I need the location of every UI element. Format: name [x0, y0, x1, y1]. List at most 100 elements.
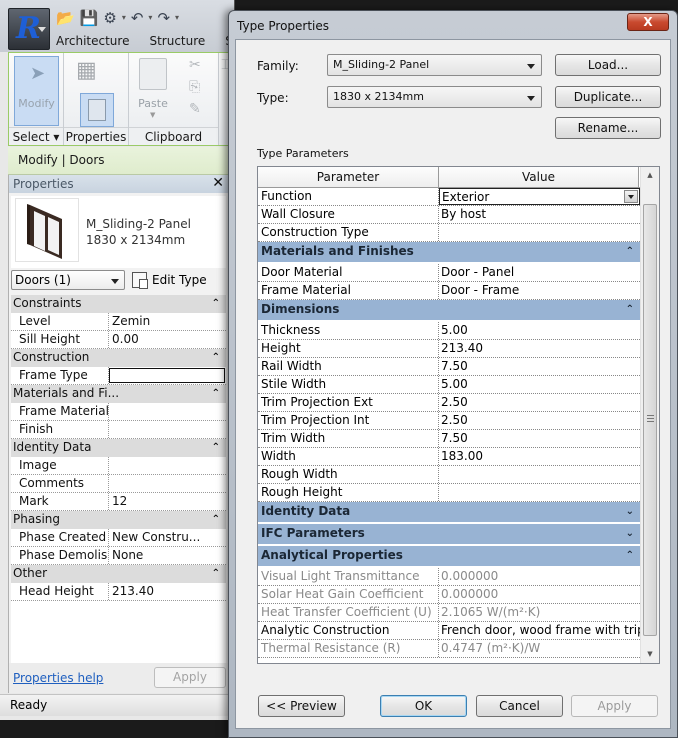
collapse-icon[interactable]: ⌃ — [212, 349, 220, 366]
context-tab-label[interactable]: Modify | Doors — [18, 153, 105, 167]
collapse-icon[interactable]: ⌃ — [212, 295, 220, 312]
paste-icon[interactable] — [139, 58, 167, 90]
property-value[interactable] — [109, 475, 226, 492]
parameter-value[interactable]: 2.1065 W/(m²·K) — [439, 604, 640, 621]
property-group-header[interactable]: Phasing ⌃ — [11, 511, 226, 529]
collapse-icon[interactable]: ⌃ — [626, 546, 634, 565]
instance-filter-dropdown[interactable]: Doors (1) — [11, 270, 125, 290]
property-group-header[interactable]: Identity Data ⌃ — [11, 439, 226, 457]
parameter-value[interactable]: 2.50 — [439, 412, 640, 429]
parameter-value[interactable]: 213.40 — [439, 340, 640, 357]
edit-type-button[interactable]: Edit Type — [132, 270, 207, 290]
duplicate-button[interactable]: Duplicate... — [555, 86, 661, 108]
collapse-icon[interactable]: ⌃ — [212, 385, 220, 402]
expand-icon[interactable]: ⌄ — [626, 524, 634, 543]
parameter-name: Trim Width — [258, 430, 439, 447]
dialog-apply-button[interactable]: Apply — [571, 695, 658, 717]
property-value[interactable]: 213.40 — [109, 583, 226, 600]
property-value[interactable] — [109, 421, 226, 438]
property-value[interactable] — [109, 457, 226, 474]
select-dropdown[interactable]: Select ▾ — [9, 127, 63, 145]
parameter-value[interactable] — [439, 224, 640, 241]
undo-icon[interactable]: ↶ — [131, 9, 144, 27]
application-menu-button[interactable]: R — [8, 8, 50, 50]
parameter-group-header[interactable]: Analytical Properties ⌃ — [258, 546, 640, 566]
collapse-icon[interactable]: ⌃ — [626, 300, 634, 319]
property-group-header[interactable]: Construction ⌃ — [11, 349, 226, 367]
property-group-header[interactable]: Materials and Fi... ⌃ — [11, 385, 226, 403]
property-value[interactable]: 12 — [109, 493, 226, 510]
chevron-down-icon[interactable]: ▾ — [122, 9, 126, 27]
scroll-up-icon[interactable]: ▲ — [641, 167, 659, 184]
property-group-header[interactable]: Other ⌃ — [11, 565, 226, 583]
property-value[interactable]: Zemin — [109, 313, 226, 330]
chevron-down-icon[interactable] — [624, 190, 638, 203]
property-group-header[interactable]: Constraints ⌃ — [11, 295, 226, 313]
property-value[interactable] — [109, 403, 226, 420]
parameter-value[interactable]: French door, wood frame with trip — [439, 622, 640, 639]
parameter-value[interactable]: 2.50 — [439, 394, 640, 411]
collapse-icon[interactable]: ⌃ — [212, 565, 220, 582]
collapse-icon[interactable]: ⌃ — [626, 242, 634, 261]
redo-icon[interactable]: ↷ — [157, 9, 170, 27]
parameter-value[interactable]: 183.00 — [439, 448, 640, 465]
close-icon[interactable]: ✕ — [212, 175, 224, 191]
collapse-icon[interactable]: ⌃ — [212, 439, 220, 456]
type-selector[interactable]: M_Sliding-2 Panel 1830 x 2134mm — [11, 196, 226, 268]
properties-help-link[interactable]: Properties help — [13, 671, 103, 685]
parameter-value[interactable]: 0.4747 (m²·K)/W — [439, 640, 640, 657]
parameter-value[interactable]: 7.50 — [439, 430, 640, 447]
parameter-value[interactable] — [439, 466, 640, 483]
parameter-value[interactable] — [439, 484, 640, 501]
preview-button[interactable]: << Preview — [258, 695, 345, 717]
ok-button[interactable]: OK — [380, 695, 467, 717]
chevron-down-icon[interactable]: ▾ — [175, 9, 179, 27]
open-folder-icon[interactable]: 📂 — [56, 9, 75, 27]
parameter-value[interactable]: 5.00 — [439, 376, 640, 393]
chevron-down-icon[interactable]: ▼ — [150, 111, 155, 119]
rename-button[interactable]: Rename... — [555, 117, 661, 139]
close-button[interactable]: X — [627, 13, 669, 31]
type-dropdown[interactable]: 1830 x 2134mm — [327, 86, 542, 108]
parameter-value[interactable]: 7.50 — [439, 358, 640, 375]
save-icon[interactable]: 💾 — [80, 9, 99, 27]
parameter-value[interactable]: By host — [439, 206, 640, 223]
parameter-value[interactable]: 0.000000 — [439, 568, 640, 585]
modify-button[interactable]: ➤ Modify — [14, 56, 59, 126]
sync-icon[interactable]: ⚙ — [103, 9, 116, 27]
properties-toggle-button[interactable] — [80, 93, 114, 127]
function-value-dropdown[interactable]: Exterior — [439, 188, 640, 205]
tab-structure[interactable]: Structure — [149, 34, 205, 48]
property-value[interactable]: 0.00 — [109, 331, 226, 348]
family-dropdown[interactable]: M_Sliding-2 Panel — [327, 54, 542, 76]
value-column-header[interactable]: Value — [439, 167, 639, 187]
scroll-down-icon[interactable]: ▼ — [641, 646, 659, 663]
tab-architecture[interactable]: Architecture — [56, 34, 129, 48]
property-value[interactable]: None — [109, 547, 226, 564]
property-name: Sill Height — [11, 331, 109, 348]
chevron-down-icon[interactable]: ▾ — [148, 9, 152, 27]
parameter-group-header[interactable]: Identity Data ⌄ — [258, 502, 640, 522]
vertical-scrollbar[interactable]: ▲ ▼ — [640, 167, 659, 663]
copy-icon[interactable]: ⎘ — [189, 79, 200, 95]
parameter-group-header[interactable]: Dimensions ⌃ — [258, 300, 640, 320]
parameter-column-header[interactable]: Parameter — [258, 167, 439, 187]
collapse-icon[interactable]: ⌃ — [212, 511, 220, 528]
paste-label[interactable]: Paste — [129, 97, 177, 110]
parameter-group-header[interactable]: IFC Parameters ⌄ — [258, 524, 640, 544]
cancel-button[interactable]: Cancel — [476, 695, 563, 717]
apply-button[interactable]: Apply — [154, 667, 226, 688]
scrollbar-thumb[interactable] — [643, 204, 657, 636]
cut-icon[interactable]: ✂ — [189, 57, 201, 73]
property-value[interactable]: New Constru... — [109, 529, 226, 546]
expand-icon[interactable]: ⌄ — [626, 502, 634, 521]
type-properties-icon[interactable]: ▦ — [76, 58, 108, 88]
parameter-value[interactable]: 5.00 — [439, 322, 640, 339]
property-value[interactable] — [109, 368, 225, 383]
parameter-group-header[interactable]: Materials and Finishes ⌃ — [258, 242, 640, 262]
parameter-value[interactable]: Door - Frame — [439, 282, 640, 299]
parameter-value[interactable]: 0.000000 — [439, 586, 640, 603]
load-button[interactable]: Load... — [555, 54, 661, 76]
match-properties-icon[interactable]: ✎ — [189, 101, 201, 117]
parameter-value[interactable]: Door - Panel — [439, 264, 640, 281]
